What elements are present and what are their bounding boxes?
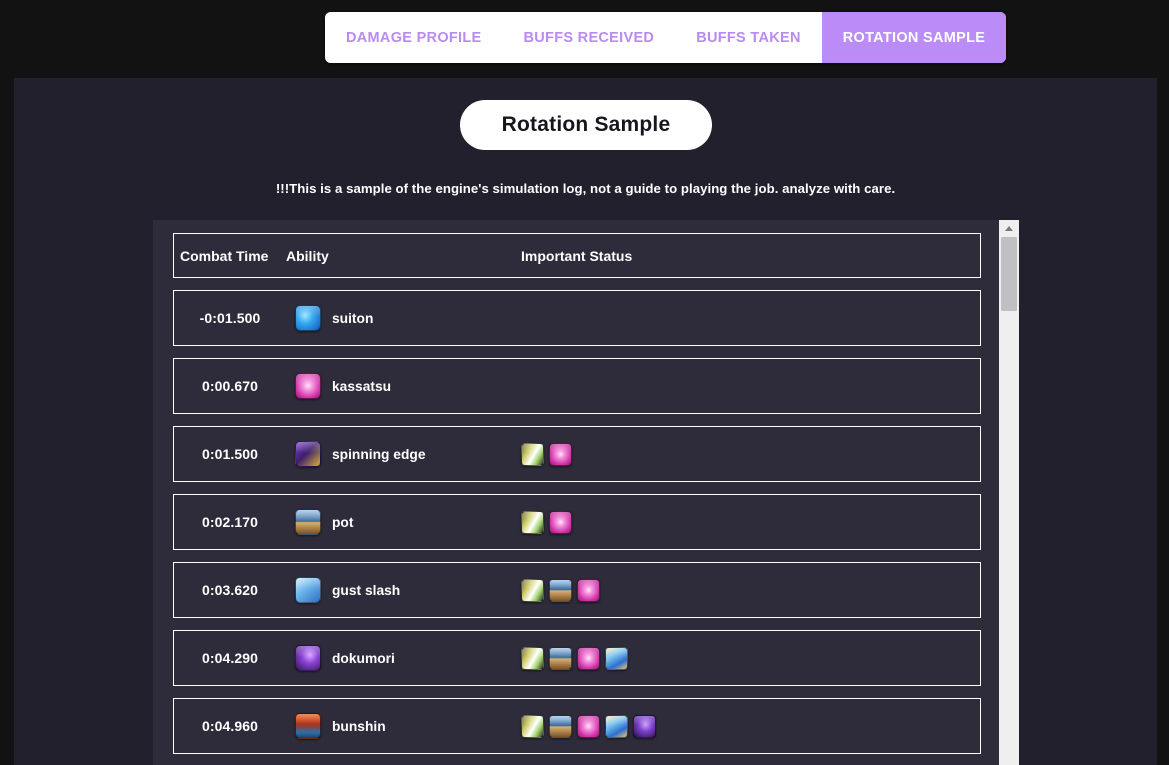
table-row[interactable]: 0:04.960 bunshin — [173, 698, 981, 754]
ability-label: pot — [332, 514, 354, 530]
tab-buffs-taken[interactable]: BUFFS TAKEN — [675, 12, 822, 63]
chevron-up-icon — [1005, 225, 1013, 231]
column-header-combat-time: Combat Time — [180, 247, 269, 264]
cell-important-status — [521, 578, 980, 602]
cell-ability: dokumori — [286, 645, 521, 671]
tab-label: DAMAGE PROFILE — [346, 29, 482, 46]
status-buff-gold-icon — [521, 578, 544, 602]
cell-important-status — [521, 646, 980, 670]
tab-label: ROTATION SAMPLE — [842, 29, 986, 46]
ability-label: gust slash — [332, 582, 401, 598]
rotation-table: Combat Time Ability Important Status -0:… — [153, 220, 999, 765]
cell-combat-time: 0:01.500 — [201, 446, 259, 462]
status-bunshin-icon — [633, 714, 656, 738]
cell-important-status — [521, 442, 980, 466]
dokumori-icon — [295, 645, 321, 671]
column-header-important-status: Important Status — [521, 247, 633, 264]
ability-label: dokumori — [332, 650, 395, 666]
table-row[interactable]: 0:03.620 gust slash — [173, 562, 981, 618]
spinning-edge-icon — [295, 441, 321, 467]
ability-label: spinning edge — [332, 446, 426, 462]
ability-label: suiton — [332, 310, 374, 326]
status-kassatsu-icon — [549, 510, 572, 534]
status-dokumori-icon — [605, 714, 628, 738]
page-title-text: Rotation Sample — [501, 113, 671, 136]
cell-combat-time: 0:04.960 — [201, 718, 259, 734]
rotation-table-shell: Combat Time Ability Important Status -0:… — [153, 220, 1019, 765]
ability-label: bunshin — [332, 718, 386, 734]
warning-notice: !!!This is a sample of the engine's simu… — [275, 181, 896, 196]
table-row[interactable]: 0:00.670 kassatsu — [173, 358, 981, 414]
gust-slash-icon — [295, 577, 321, 603]
cell-combat-time: 0:02.170 — [201, 514, 259, 530]
tab-buffs-received[interactable]: BUFFS RECEIVED — [502, 12, 676, 63]
table-scrollbar[interactable] — [999, 220, 1019, 765]
top-band: DAMAGE PROFILE BUFFS RECEIVED BUFFS TAKE… — [0, 0, 1169, 78]
cell-ability: pot — [286, 509, 521, 535]
scroll-up-arrow[interactable] — [999, 220, 1019, 236]
ability-label: kassatsu — [332, 378, 392, 394]
pot-icon — [295, 509, 321, 535]
main-panel: Rotation Sample !!!This is a sample of t… — [14, 78, 1157, 765]
cell-combat-time: -0:01.500 — [199, 310, 261, 326]
status-pot-icon — [549, 646, 572, 670]
status-dokumori-icon — [605, 646, 628, 670]
table-row[interactable]: 0:02.170 pot — [173, 494, 981, 550]
status-buff-gold-icon — [521, 646, 544, 670]
status-kassatsu-icon — [577, 646, 600, 670]
tab-label: BUFFS TAKEN — [696, 29, 801, 46]
table-row[interactable]: -0:01.500 suiton — [173, 290, 981, 346]
cell-ability: suiton — [286, 305, 521, 331]
cell-ability: bunshin — [286, 713, 521, 739]
cell-combat-time: 0:00.670 — [201, 378, 259, 394]
status-kassatsu-icon — [577, 578, 600, 602]
tab-bar: DAMAGE PROFILE BUFFS RECEIVED BUFFS TAKE… — [325, 12, 1007, 63]
status-kassatsu-icon — [549, 442, 572, 466]
cell-important-status — [521, 714, 980, 738]
suiton-icon — [295, 305, 321, 331]
table-header-row: Combat Time Ability Important Status — [173, 233, 981, 278]
table-row[interactable]: 0:04.290 dokumori — [173, 630, 981, 686]
status-pot-icon — [549, 578, 572, 602]
bunshin-icon — [295, 713, 321, 739]
cell-ability: gust slash — [286, 577, 521, 603]
status-pot-icon — [549, 714, 572, 738]
status-buff-gold-icon — [521, 714, 544, 738]
tab-label: BUFFS RECEIVED — [523, 29, 655, 46]
scrollbar-thumb[interactable] — [1001, 237, 1017, 311]
table-row[interactable]: 0:01.500 spinning edge — [173, 426, 981, 482]
column-header-ability: Ability — [286, 247, 329, 264]
cell-important-status — [521, 510, 980, 534]
kassatsu-icon — [295, 373, 321, 399]
cell-ability: spinning edge — [286, 441, 521, 467]
cell-ability: kassatsu — [286, 373, 521, 399]
status-kassatsu-icon — [577, 714, 600, 738]
page-title: Rotation Sample — [460, 100, 712, 150]
cell-combat-time: 0:03.620 — [201, 582, 259, 598]
tab-rotation-sample[interactable]: ROTATION SAMPLE — [821, 12, 1007, 63]
cell-combat-time: 0:04.290 — [201, 650, 259, 666]
status-buff-gold-icon — [521, 442, 544, 466]
status-buff-gold-icon — [521, 510, 544, 534]
tab-damage-profile[interactable]: DAMAGE PROFILE — [325, 12, 503, 63]
